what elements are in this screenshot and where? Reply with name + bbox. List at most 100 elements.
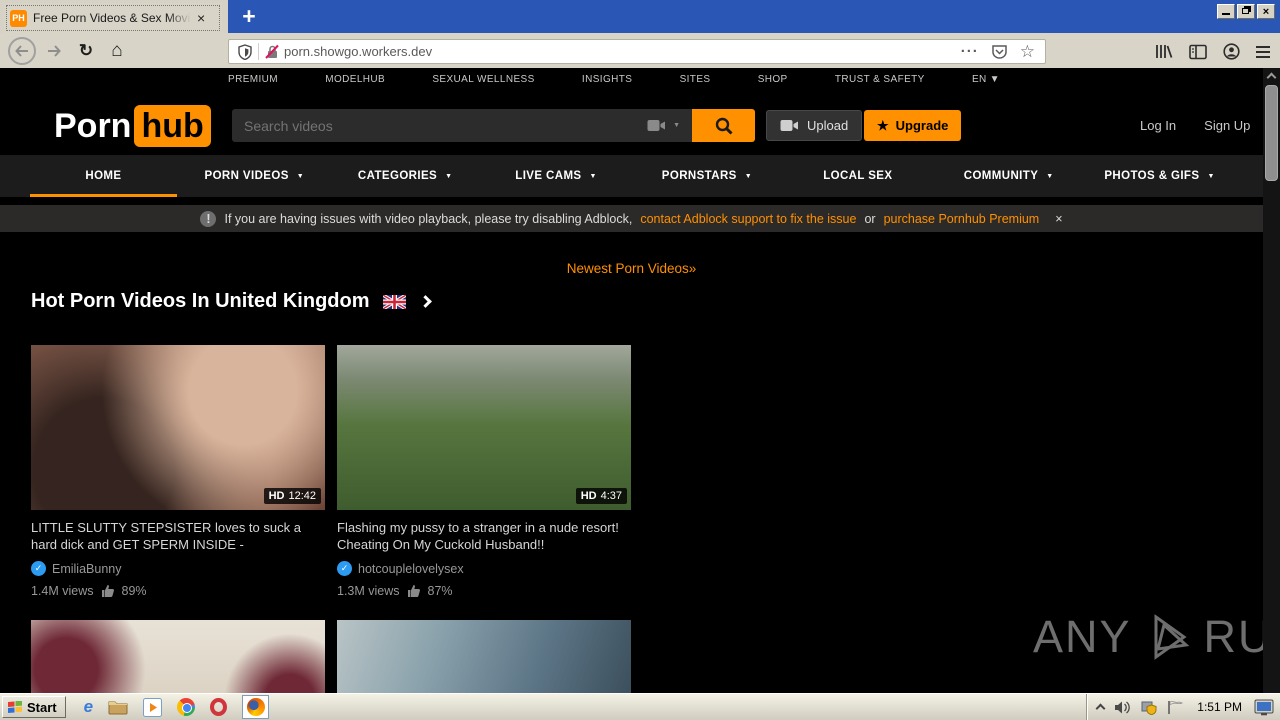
search-input[interactable] bbox=[232, 117, 648, 134]
topnav-language[interactable]: EN ▼ bbox=[972, 74, 1000, 85]
system-tray: 1:51 PM bbox=[1086, 694, 1280, 720]
uk-flag-icon bbox=[382, 294, 406, 309]
internet-explorer-icon[interactable]: e bbox=[84, 697, 93, 717]
security-alert-icon[interactable] bbox=[1141, 700, 1157, 715]
back-button[interactable] bbox=[8, 36, 36, 65]
tab-close-icon[interactable]: × bbox=[197, 11, 205, 25]
nav-community[interactable]: COMMUNITY ▼ bbox=[933, 155, 1084, 197]
pocket-icon[interactable] bbox=[991, 44, 1008, 60]
tab-title: Free Porn Videos & Sex Movies - P bbox=[33, 11, 191, 25]
login-link[interactable]: Log In bbox=[1140, 118, 1176, 133]
flag-icon[interactable] bbox=[1167, 700, 1185, 715]
section-heading-row: Hot Porn Videos In United Kingdom bbox=[31, 290, 432, 313]
topnav-trust-safety[interactable]: TRUST & SAFETY bbox=[835, 74, 925, 85]
account-icon[interactable] bbox=[1223, 43, 1240, 60]
video-title[interactable]: Flashing my pussy to a stranger in a nud… bbox=[337, 519, 631, 553]
chevron-down-icon: ▼ bbox=[1046, 172, 1054, 180]
home-button[interactable]: ⌂ bbox=[104, 38, 130, 64]
scroll-up-arrow[interactable] bbox=[1263, 68, 1280, 83]
sidebar-icon[interactable] bbox=[1189, 44, 1207, 60]
nav-pornstars[interactable]: PORNSTARS ▼ bbox=[632, 155, 783, 197]
close-button[interactable]: × bbox=[1257, 4, 1275, 19]
upload-camera-icon bbox=[780, 120, 798, 131]
browser-tab[interactable]: PH Free Porn Videos & Sex Movies - P × bbox=[4, 3, 222, 33]
newest-porn-videos-link[interactable]: Newest Porn Videos» bbox=[567, 261, 697, 276]
library-icon[interactable] bbox=[1155, 43, 1173, 60]
page-title: Hot Porn Videos In United Kingdom bbox=[31, 290, 370, 312]
upgrade-button[interactable]: ★ Upgrade bbox=[864, 110, 962, 141]
bookmark-star-icon[interactable]: ☆ bbox=[1020, 42, 1035, 62]
video-thumbnail[interactable] bbox=[31, 620, 325, 693]
opera-icon[interactable] bbox=[210, 698, 228, 716]
display-icon[interactable] bbox=[1254, 699, 1274, 716]
page-scrollbar[interactable] bbox=[1263, 68, 1280, 693]
scrollbar-thumb[interactable] bbox=[1265, 85, 1278, 181]
restore-button[interactable] bbox=[1237, 4, 1255, 19]
taskbar-clock[interactable]: 1:51 PM bbox=[1197, 700, 1242, 714]
view-count: 1.3M views bbox=[337, 584, 400, 598]
search-button[interactable] bbox=[692, 109, 755, 142]
video-card[interactable]: HD 4:37 Flashing my pussy to a stranger … bbox=[337, 345, 631, 598]
topnav-modelhub[interactable]: MODELHUB bbox=[325, 74, 385, 85]
urlbar-actions: ··· ☆ bbox=[961, 42, 1035, 62]
premium-link[interactable]: purchase Pornhub Premium bbox=[884, 212, 1040, 226]
video-thumbnail[interactable] bbox=[337, 620, 631, 693]
video-uploader[interactable]: ✓ hotcouplelovelysex bbox=[337, 561, 631, 576]
signup-link[interactable]: Sign Up bbox=[1204, 118, 1250, 133]
video-search-filter[interactable]: ▼ bbox=[647, 119, 680, 132]
video-uploader[interactable]: ✓ EmiliaBunny bbox=[31, 561, 325, 576]
chevron-down-icon: ▼ bbox=[445, 172, 453, 180]
site-logo[interactable]: Porn hub bbox=[54, 105, 211, 147]
insecure-lock-icon[interactable] bbox=[265, 44, 280, 60]
upload-button[interactable]: Upload bbox=[766, 110, 863, 141]
tray-collapse-icon[interactable] bbox=[1095, 703, 1106, 714]
nav-live-cams[interactable]: LIVE CAMS ▼ bbox=[481, 155, 632, 197]
media-player-icon[interactable] bbox=[143, 697, 163, 717]
view-count: 1.4M views bbox=[31, 584, 94, 598]
reload-button[interactable]: ↻ bbox=[73, 38, 99, 64]
notice-close-icon[interactable]: × bbox=[1055, 212, 1062, 226]
nav-photos-gifs[interactable]: PHOTOS & GIFS ▼ bbox=[1084, 155, 1235, 197]
forward-button[interactable] bbox=[41, 38, 67, 64]
chevron-right-icon[interactable] bbox=[418, 295, 432, 308]
hd-badge: HD bbox=[580, 490, 597, 502]
video-thumbnail[interactable]: HD 4:37 bbox=[337, 345, 631, 510]
video-thumbnail[interactable]: HD 12:42 bbox=[31, 345, 325, 510]
file-explorer-icon[interactable] bbox=[108, 699, 128, 715]
nav-local-sex[interactable]: LOCAL SEX bbox=[782, 155, 933, 197]
duration-badge: HD 4:37 bbox=[575, 488, 627, 504]
start-label: Start bbox=[27, 699, 57, 715]
topnav-insights[interactable]: INSIGHTS bbox=[582, 74, 632, 85]
chrome-icon[interactable] bbox=[177, 698, 196, 716]
tracking-protection-shield-icon[interactable] bbox=[238, 43, 252, 60]
new-tab-button[interactable]: + bbox=[236, 2, 262, 30]
adblock-support-link[interactable]: contact Adblock support to fix the issue bbox=[640, 212, 856, 226]
nav-home[interactable]: HOME bbox=[28, 155, 179, 197]
warning-icon: ! bbox=[200, 210, 217, 227]
uploader-name[interactable]: EmiliaBunny bbox=[52, 562, 121, 576]
forward-arrow-icon bbox=[48, 44, 61, 57]
browser-toolbar: ↻ ⌂ porn.showgo.workers.dev ··· ☆ bbox=[0, 33, 1280, 68]
url-bar[interactable]: porn.showgo.workers.dev ··· ☆ bbox=[228, 39, 1046, 64]
uploader-name[interactable]: hotcouplelovelysex bbox=[358, 562, 464, 576]
page-actions-icon[interactable]: ··· bbox=[961, 43, 979, 60]
topnav-sexual-wellness[interactable]: SEXUAL WELLNESS bbox=[432, 74, 534, 85]
firefox-taskbar-active[interactable] bbox=[242, 695, 270, 719]
video-card[interactable]: HD 12:42 LITTLE SLUTTY STEPSISTER loves … bbox=[31, 345, 325, 598]
rating-percent: 89% bbox=[121, 584, 147, 598]
volume-icon[interactable] bbox=[1114, 700, 1131, 715]
menu-icon[interactable] bbox=[1256, 45, 1270, 58]
start-button[interactable]: Start bbox=[2, 696, 66, 718]
star-icon: ★ bbox=[877, 117, 889, 133]
url-text[interactable]: porn.showgo.workers.dev bbox=[284, 44, 961, 59]
search-box: ▼ bbox=[232, 109, 692, 142]
minimize-button[interactable] bbox=[1217, 4, 1235, 19]
topnav-premium[interactable]: PREMIUM bbox=[228, 74, 278, 85]
logo-text-porn: Porn bbox=[54, 106, 132, 145]
video-title[interactable]: LITTLE SLUTTY STEPSISTER loves to suck a… bbox=[31, 519, 325, 553]
topnav-sites[interactable]: SITES bbox=[680, 74, 711, 85]
nav-categories[interactable]: CATEGORIES ▼ bbox=[330, 155, 481, 197]
topnav-shop[interactable]: SHOP bbox=[758, 74, 788, 85]
nav-porn-videos[interactable]: PORN VIDEOS ▼ bbox=[179, 155, 330, 197]
logo-text-hub: hub bbox=[134, 105, 211, 147]
